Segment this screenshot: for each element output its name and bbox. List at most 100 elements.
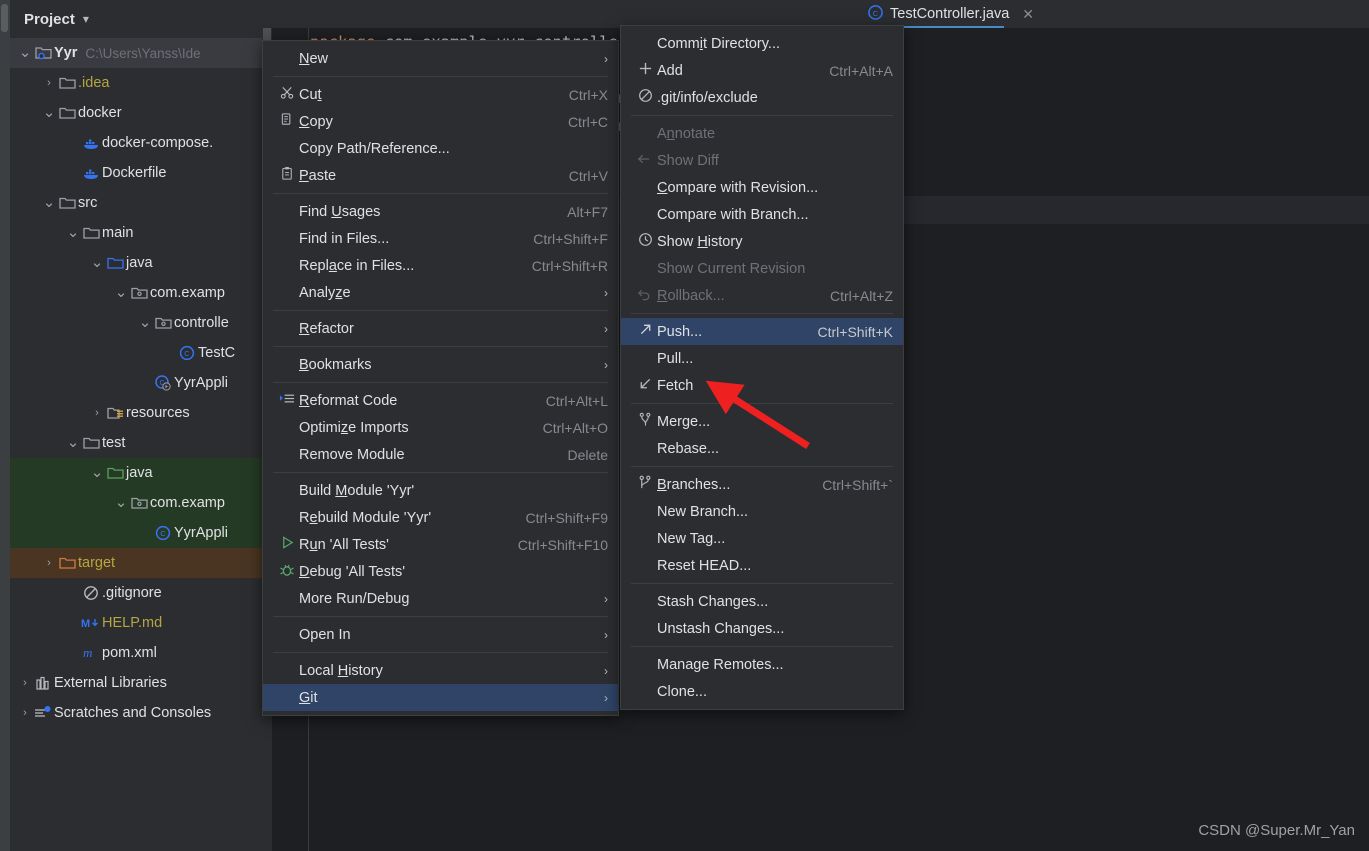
menu-item-new-branch[interactable]: New Branch...: [621, 498, 903, 525]
tree-item-controlle[interactable]: ⌄ controlle: [10, 308, 262, 338]
menu-item-find-usages[interactable]: Find Usages Alt+F7: [263, 198, 618, 225]
clock-icon: [633, 232, 657, 251]
chevron-right-icon[interactable]: ›: [18, 677, 32, 689]
tree-item-gitignore[interactable]: .gitignore: [10, 578, 262, 608]
menu-separator: [273, 652, 608, 653]
chevron-down-icon[interactable]: ⌄: [66, 225, 80, 240]
menu-item-new-tag[interactable]: New Tag...: [621, 525, 903, 552]
menu-item-commit-directory[interactable]: Commit Directory...: [621, 30, 903, 57]
tree-item-external-libraries[interactable]: › External Libraries: [10, 668, 262, 698]
menu-item-more-run-debug[interactable]: More Run/Debug ›: [263, 585, 618, 612]
tree-item-com-examp[interactable]: ⌄ com.examp: [10, 488, 262, 518]
tree-item-yyrappli[interactable]: C YyrAppli: [10, 368, 262, 398]
menu-item-open-in[interactable]: Open In ›: [263, 621, 618, 648]
tree-item-resources[interactable]: › resources: [10, 398, 262, 428]
tree-item-src[interactable]: ⌄ src: [10, 188, 262, 218]
chevron-right-icon[interactable]: ›: [42, 77, 56, 89]
tree-item-target[interactable]: › target: [10, 548, 262, 578]
chevron-down-icon[interactable]: ⌄: [66, 435, 80, 450]
menu-item-clone[interactable]: Clone...: [621, 678, 903, 705]
menu-item-pull[interactable]: Pull...: [621, 345, 903, 372]
menu-item-manage-remotes[interactable]: Manage Remotes...: [621, 651, 903, 678]
tree-item-dockerfile[interactable]: Dockerfile: [10, 158, 262, 188]
tree-item-icon: C: [152, 375, 174, 391]
chevron-down-icon[interactable]: ⌄: [138, 315, 152, 330]
menu-item-rebase[interactable]: Rebase...: [621, 435, 903, 462]
tree-item-idea[interactable]: › .idea: [10, 68, 262, 98]
menu-item-optimize-imports[interactable]: Optimize Imports Ctrl+Alt+O: [263, 414, 618, 441]
git-submenu[interactable]: Commit Directory... Add Ctrl+Alt+A .git/inf…: [620, 25, 904, 710]
tool-strip-thumb[interactable]: [1, 4, 8, 32]
chevron-down-icon[interactable]: ⌄: [18, 45, 32, 60]
menu-item-copy-path-reference[interactable]: Copy Path/Reference...: [263, 135, 618, 162]
menu-item-replace-in-files[interactable]: Replace in Files... Ctrl+Shift+R: [263, 252, 618, 279]
tree-item-pom-xml[interactable]: m pom.xml: [10, 638, 262, 668]
tree-item-docker[interactable]: ⌄ docker: [10, 98, 262, 128]
menu-item-merge[interactable]: Merge...: [621, 408, 903, 435]
menu-item-git-info-exclude[interactable]: .git/info/exclude: [621, 84, 903, 111]
menu-item-refactor[interactable]: Refactor ›: [263, 315, 618, 342]
menu-item-run-all-tests[interactable]: Run 'All Tests' Ctrl+Shift+F10: [263, 531, 618, 558]
chevron-down-icon[interactable]: ⌄: [90, 465, 104, 480]
chevron-down-icon[interactable]: ⌄: [114, 285, 128, 300]
tree-item-scratches-and-consoles[interactable]: › Scratches and Consoles: [10, 698, 262, 728]
menu-item-push[interactable]: Push... Ctrl+Shift+K: [621, 318, 903, 345]
menu-item-reset-head[interactable]: Reset HEAD...: [621, 552, 903, 579]
tree-item-main[interactable]: ⌄ main: [10, 218, 262, 248]
menu-item-label: Replace in Files...: [299, 257, 415, 274]
menu-item-branches[interactable]: Branches... Ctrl+Shift+`: [621, 471, 903, 498]
menu-item-find-in-files[interactable]: Find in Files... Ctrl+Shift+F: [263, 225, 618, 252]
close-icon[interactable]: ✕: [1022, 6, 1034, 23]
menu-item-label: Run 'All Tests': [299, 536, 389, 553]
menu-item-analyze[interactable]: Analyze ›: [263, 279, 618, 306]
menu-item-fetch[interactable]: Fetch: [621, 372, 903, 399]
menu-item-compare-with-revision[interactable]: Compare with Revision...: [621, 174, 903, 201]
menu-item-show-history[interactable]: Show History: [621, 228, 903, 255]
scratches-icon: [34, 705, 52, 721]
chevron-down-icon[interactable]: ⌄: [42, 105, 56, 120]
tree-item-yyr[interactable]: ⌄ Yyr C:\Users\Yanss\Ide: [10, 38, 262, 68]
menu-item-cut[interactable]: Cut Ctrl+X: [263, 81, 618, 108]
menu-item-new[interactable]: New ›: [263, 45, 618, 72]
menu-item-reformat-code[interactable]: Reformat Code Ctrl+Alt+L: [263, 387, 618, 414]
chevron-right-icon[interactable]: ›: [90, 407, 104, 419]
chevron-down-icon[interactable]: ⌄: [114, 495, 128, 510]
menu-item-local-history[interactable]: Local History ›: [263, 657, 618, 684]
menu-item-rebuild-module-yyr[interactable]: Rebuild Module 'Yyr' Ctrl+Shift+F9: [263, 504, 618, 531]
class-icon: C: [155, 525, 171, 541]
tree-item-java[interactable]: ⌄ java: [10, 458, 262, 488]
chevron-right-icon[interactable]: ›: [42, 557, 56, 569]
tree-item-test[interactable]: ⌄ test: [10, 428, 262, 458]
project-panel-header[interactable]: Project ▾: [10, 0, 262, 38]
menu-item-label: Analyze: [299, 284, 351, 301]
tab-testcontroller-java[interactable]: C TestController.java ✕: [858, 0, 1045, 28]
tree-item-help-md[interactable]: M HELP.md: [10, 608, 262, 638]
menu-item-debug-all-tests[interactable]: Debug 'All Tests': [263, 558, 618, 585]
tree-item-yyrappli[interactable]: C YyrAppli: [10, 518, 262, 548]
chevron-right-icon[interactable]: ›: [18, 707, 32, 719]
menu-item-stash-changes[interactable]: Stash Changes...: [621, 588, 903, 615]
tree-item-testc[interactable]: C TestC: [10, 338, 262, 368]
menu-item-git[interactable]: Git ›: [263, 684, 618, 711]
chevron-down-icon[interactable]: ▾: [83, 12, 89, 26]
chevron-down-icon[interactable]: ⌄: [90, 255, 104, 270]
tree-item-java[interactable]: ⌄ java: [10, 248, 262, 278]
menu-item-unstash-changes[interactable]: Unstash Changes...: [621, 615, 903, 642]
menu-item-bookmarks[interactable]: Bookmarks ›: [263, 351, 618, 378]
tree-item-label: main: [102, 225, 134, 241]
menu-item-paste[interactable]: Paste Ctrl+V: [263, 162, 618, 189]
branch-icon: [638, 475, 653, 494]
tree-item-icon: [56, 555, 78, 571]
chevron-down-icon[interactable]: ⌄: [42, 195, 56, 210]
project-context-menu[interactable]: New › Cut Ctrl+X Copy Ctrl+C Copy Path/Referen…: [262, 40, 619, 716]
project-tree: ⌄ Yyr C:\Users\Yanss\Ide › .idea ⌄ docker docke…: [10, 38, 262, 728]
menu-item-build-module-yyr[interactable]: Build Module 'Yyr': [263, 477, 618, 504]
tree-item-docker-compose[interactable]: docker-compose.: [10, 128, 262, 158]
menu-item-copy[interactable]: Copy Ctrl+C: [263, 108, 618, 135]
menu-item-label: Pull...: [657, 350, 694, 367]
tree-item-icon: [104, 405, 126, 421]
menu-item-add[interactable]: Add Ctrl+Alt+A: [621, 57, 903, 84]
menu-item-compare-with-branch[interactable]: Compare with Branch...: [621, 201, 903, 228]
tree-item-com-examp[interactable]: ⌄ com.examp: [10, 278, 262, 308]
menu-item-remove-module[interactable]: Remove Module Delete: [263, 441, 618, 468]
